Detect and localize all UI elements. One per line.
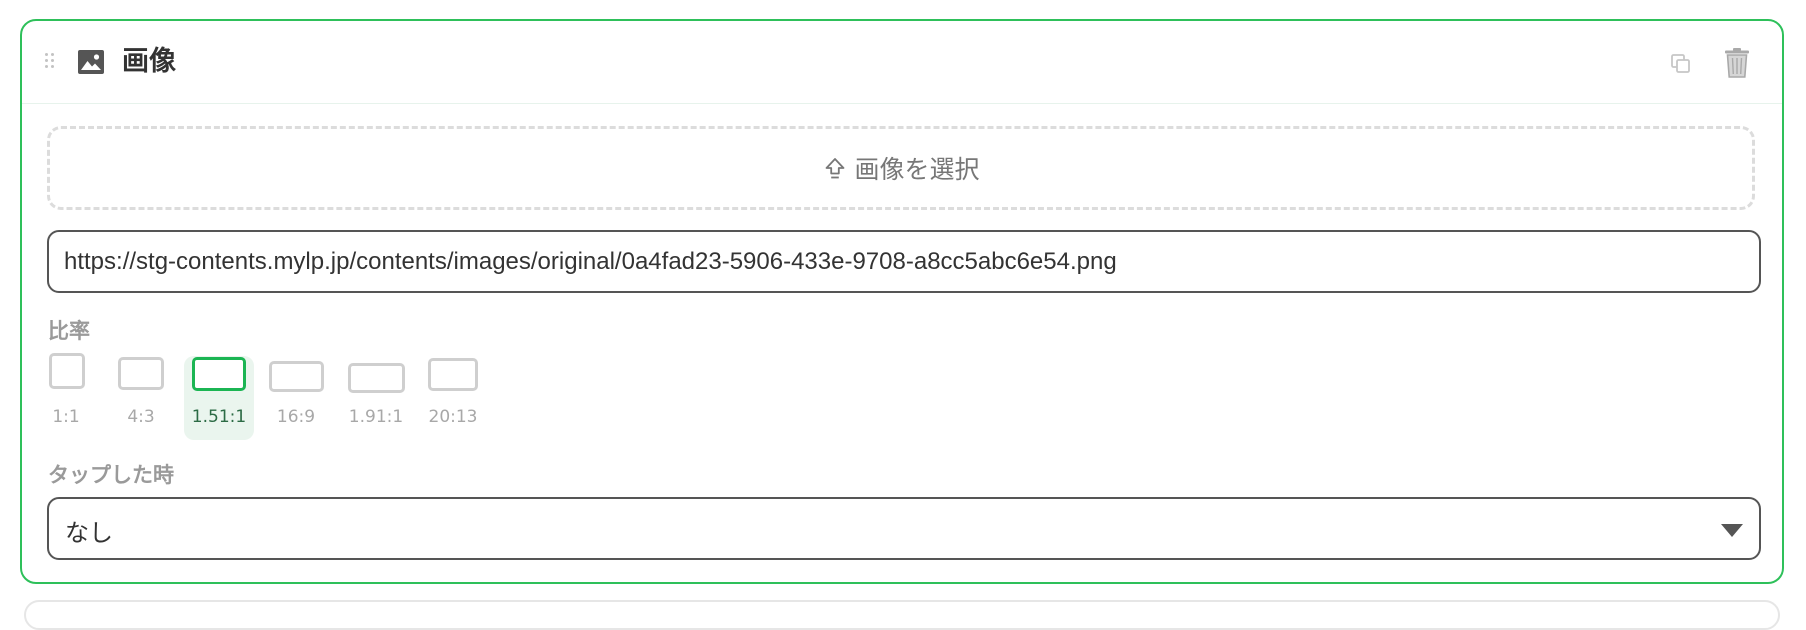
ratio-option-16-9[interactable]: 16:9 <box>267 356 325 440</box>
tap-action-label: タップした時 <box>48 463 174 487</box>
ratio-label: 比率 <box>48 319 90 343</box>
block-header: 画像 <box>22 21 1782 104</box>
drag-handle-icon[interactable] <box>45 53 57 71</box>
ratio-option-label: 1.91:1 <box>348 407 404 427</box>
chevron-down-icon <box>1721 524 1743 537</box>
copy-icon[interactable] <box>1666 49 1696 79</box>
image-block-card: 画像 画像を選択 比率 <box>20 19 1784 584</box>
ratio-option-label: 16:9 <box>276 407 316 427</box>
next-block-card <box>24 600 1780 630</box>
ratio-option-label: 20:13 <box>428 407 478 427</box>
ratio-option-label: 1.51:1 <box>191 407 247 427</box>
image-icon <box>77 49 107 75</box>
ratio-option-label: 4:3 <box>127 407 155 427</box>
upload-icon <box>826 158 845 179</box>
image-url-input[interactable] <box>47 230 1761 293</box>
upload-label: 画像を選択 <box>854 155 980 184</box>
tap-action-value: なし <box>65 519 113 547</box>
tap-action-select[interactable]: なし <box>47 497 1761 560</box>
trash-icon[interactable] <box>1722 47 1754 81</box>
image-upload-button[interactable]: 画像を選択 <box>47 126 1755 210</box>
ratio-option-20-13[interactable]: 20:13 <box>425 356 481 440</box>
ratio-option-1-91-1[interactable]: 1.91:1 <box>346 356 406 440</box>
ratio-shape-icon <box>428 358 478 391</box>
ratio-shape-icon <box>192 357 246 391</box>
ratio-option-1-1[interactable]: 1:1 <box>46 353 86 440</box>
block-title: 画像 <box>122 46 176 77</box>
ratio-shape-icon <box>269 361 324 392</box>
ratio-option-1-51-1[interactable]: 1.51:1 <box>184 356 254 440</box>
ratio-option-label: 1:1 <box>52 407 80 427</box>
ratio-shape-icon <box>118 357 164 390</box>
ratio-options: 1:1 4:3 1.51:1 16:9 1.91:1 20:13 <box>22 353 622 446</box>
ratio-shape-icon <box>348 363 405 393</box>
ratio-shape-icon <box>49 353 85 389</box>
ratio-option-4-3[interactable]: 4:3 <box>116 356 166 440</box>
